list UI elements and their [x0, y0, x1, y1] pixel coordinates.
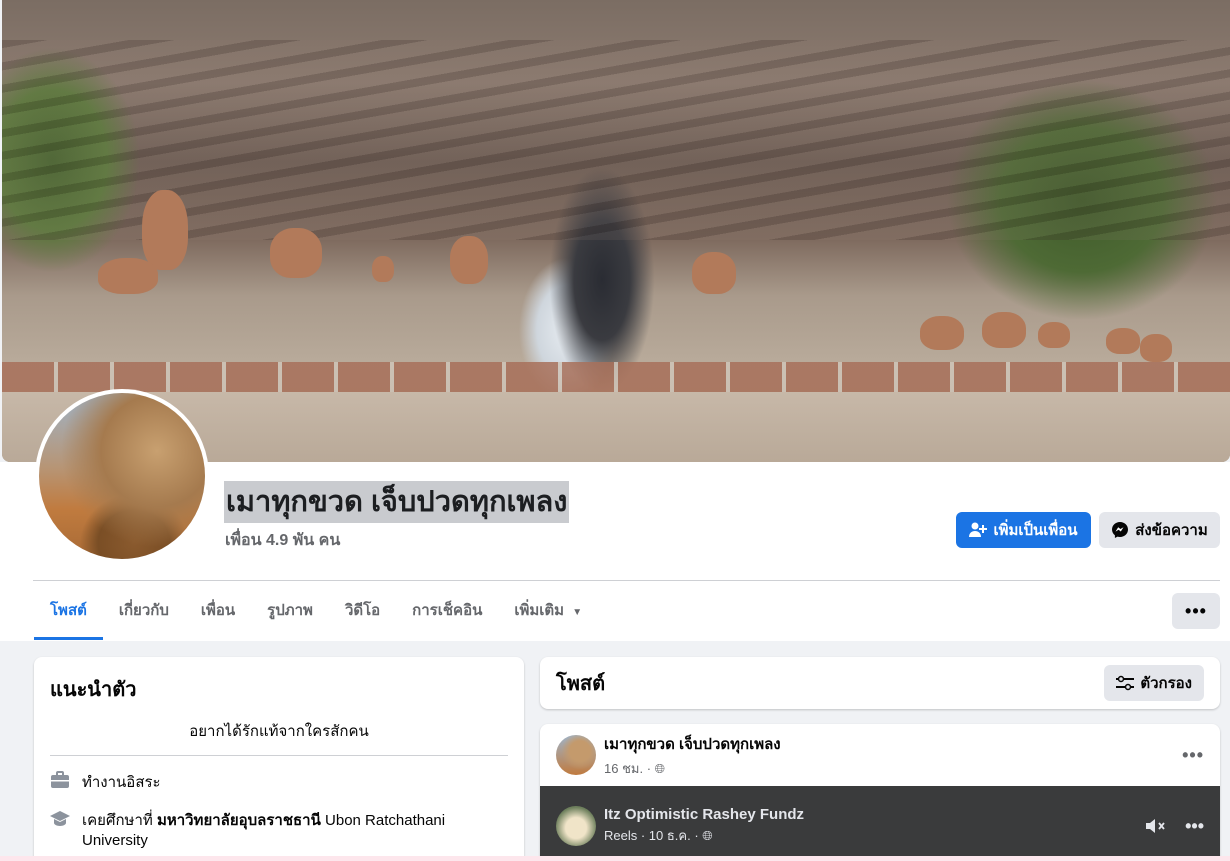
briefcase-icon: [50, 770, 70, 790]
tab-posts[interactable]: โพสต์: [34, 590, 103, 640]
reel-time[interactable]: Reels · 10 ธ.ค. ·: [604, 828, 699, 843]
profile-avatar[interactable]: [35, 389, 209, 563]
post-time[interactable]: 16 ชม. ·: [604, 761, 651, 776]
reel-author-avatar[interactable]: [556, 806, 596, 846]
post-header: เมาทุกขวด เจ็บปวดทุกเพลง 16 ชม. · 🌐︎ •••: [540, 724, 1220, 786]
posts-header: โพสต์ ตัวกรอง: [540, 657, 1220, 709]
more-options-button[interactable]: •••: [1172, 593, 1220, 629]
tab-checkins[interactable]: การเช็คอิน: [396, 590, 498, 640]
mute-icon[interactable]: [1145, 817, 1167, 835]
tab-videos[interactable]: วิดีโอ: [329, 590, 396, 640]
education-prefix: เคยศึกษาที่: [82, 812, 153, 829]
work-text: ทำงานอิสระ: [82, 774, 161, 791]
tab-friends[interactable]: เพื่อน: [185, 590, 251, 640]
filter-button[interactable]: ตัวกรอง: [1104, 665, 1204, 701]
globe-icon: 🌐︎: [654, 760, 666, 776]
reel-options-button[interactable]: •••: [1185, 816, 1204, 837]
reel-tools: •••: [1145, 816, 1204, 837]
work-row: ทำงานอิสระ: [50, 770, 508, 794]
header-divider: [33, 580, 1220, 581]
messenger-icon: [1112, 522, 1129, 538]
friend-count[interactable]: เพื่อน 4.9 พัน คน: [225, 528, 340, 553]
tab-about[interactable]: เกี่ยวกับ: [103, 590, 185, 640]
filter-icon: [1116, 675, 1135, 691]
tab-more[interactable]: เพิ่มเติม ▼: [498, 590, 598, 640]
profile-name: เมาทุกขวด เจ็บปวดทุกเพลง: [224, 481, 570, 523]
post-author-avatar[interactable]: [556, 735, 596, 775]
intro-bio: อยากได้รักแท้จากใครสักคน: [50, 719, 508, 756]
intro-card: แนะนำตัว อยากได้รักแท้จากใครสักคน ทำงานอ…: [34, 657, 524, 861]
profile-tabs: โพสต์ เกี่ยวกับ เพื่อน รูปภาพ วิดีโอ การ…: [34, 590, 598, 640]
tab-more-label: เพิ่มเติม: [514, 602, 565, 619]
caret-down-icon: ▼: [572, 607, 583, 618]
add-friend-icon: [969, 522, 988, 537]
post-author-name[interactable]: เมาทุกขวด เจ็บปวดทุกเพลง: [604, 732, 781, 756]
education-school[interactable]: มหาวิทยาลัยอุบลราชธานี: [157, 812, 321, 829]
bottom-edge: [0, 856, 1230, 861]
tab-photos[interactable]: รูปภาพ: [251, 590, 329, 640]
education-row: เคยศึกษาที่ มหาวิทยาลัยอุบลราชธานี Ubon …: [50, 808, 508, 849]
message-label: ส่งข้อความ: [1135, 522, 1208, 539]
intro-title: แนะนำตัว: [50, 679, 137, 701]
graduation-cap-icon: [50, 808, 70, 828]
filter-label: ตัวกรอง: [1140, 675, 1192, 692]
more-options-icon: •••: [1185, 600, 1207, 621]
post-card: เมาทุกขวด เจ็บปวดทุกเพลง 16 ชม. · 🌐︎ •••…: [540, 724, 1220, 861]
add-friend-label: เพิ่มเป็นเพื่อน: [993, 522, 1078, 539]
reel-meta: Reels · 10 ธ.ค. · 🌐︎: [604, 825, 804, 846]
cover-photo[interactable]: [2, 0, 1230, 462]
message-button[interactable]: ส่งข้อความ: [1099, 512, 1220, 548]
posts-title: โพสต์: [556, 673, 606, 695]
post-meta: 16 ชม. · 🌐︎: [604, 758, 781, 779]
add-friend-button[interactable]: เพิ่มเป็นเพื่อน: [956, 512, 1091, 548]
reel-author-name[interactable]: Itz Optimistic Rashey Fundz: [604, 806, 804, 823]
shared-reel-header: Itz Optimistic Rashey Fundz Reels · 10 ธ…: [540, 786, 1220, 861]
globe-icon: 🌐︎: [702, 828, 713, 843]
post-options-button[interactable]: •••: [1182, 745, 1204, 766]
